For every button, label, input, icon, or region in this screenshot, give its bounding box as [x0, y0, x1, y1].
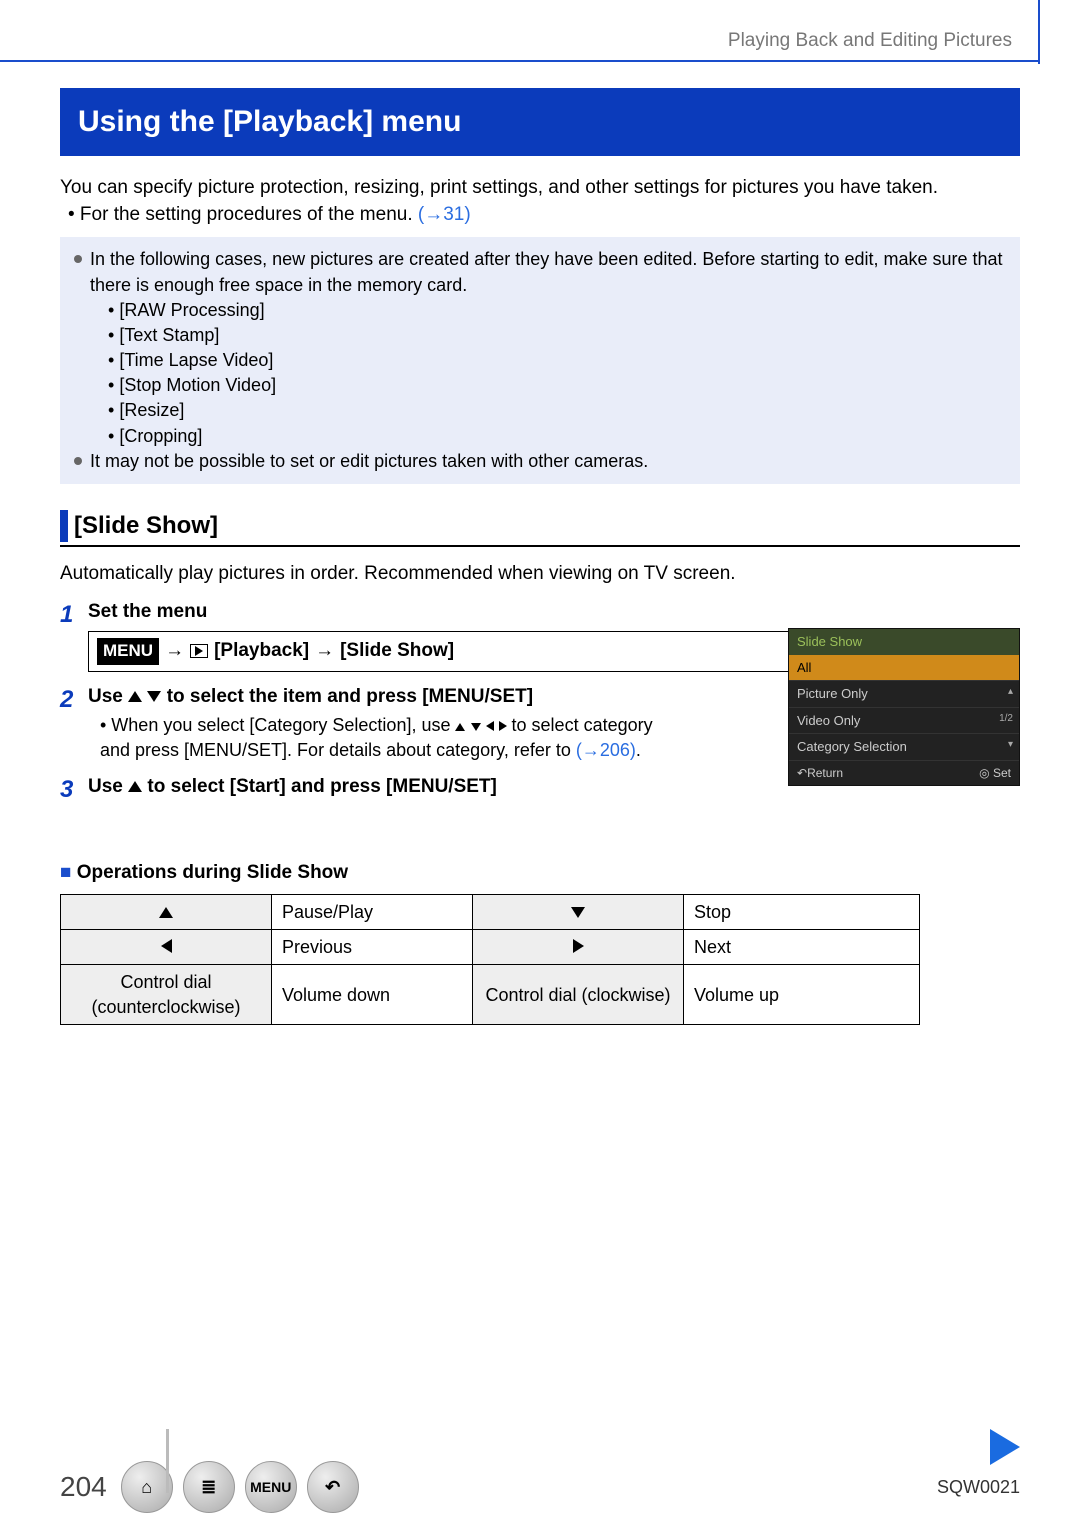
home-icon: ⌂: [141, 1475, 152, 1499]
cell-action: Pause/Play: [272, 894, 473, 929]
left-arrow-icon: [486, 721, 494, 731]
page-footer: 204 ⌂ ≣ MENU ↶ SQW0021: [60, 1461, 1020, 1513]
step-2-sub: • When you select [Category Selection], …: [88, 713, 658, 762]
note-1: In the following cases, new pictures are…: [74, 247, 1006, 297]
subheading-slideshow: [Slide Show]: [60, 510, 1020, 547]
down-arrow-icon: [471, 723, 481, 731]
cell-action: Previous: [272, 930, 473, 965]
playback-icon: [190, 644, 208, 658]
scroll-up-icon: ▴: [1008, 685, 1013, 699]
ss-set: ◎ Set: [979, 765, 1011, 781]
note-item: • [RAW Processing]: [74, 298, 1006, 323]
note-item: • [Text Stamp]: [74, 323, 1006, 348]
ss-item-selected: All: [789, 655, 1019, 681]
table-row: Pause/Play Stop: [61, 894, 920, 929]
list-icon: ≣: [201, 1475, 216, 1499]
header-border-right: [1038, 0, 1040, 62]
menu-path-playback: [Playback]: [214, 638, 309, 664]
ss-title: Slide Show: [789, 629, 1019, 655]
intro-bullet-text: • For the setting procedures of the menu…: [68, 204, 418, 225]
page-indicator: 1/2: [999, 712, 1013, 726]
footer-divider: [166, 1429, 169, 1493]
ref-link-206[interactable]: (→206): [576, 740, 636, 760]
ss-item: Picture Only▴: [789, 680, 1019, 707]
right-arrow-icon: [499, 721, 507, 731]
cell-action: Volume down: [272, 965, 473, 1025]
right-arrow-icon: [573, 939, 584, 953]
cell-action: Next: [684, 930, 920, 965]
menu-badge: MENU: [97, 638, 159, 665]
contents-button[interactable]: ≣: [183, 1461, 235, 1513]
table-row: Control dial (counterclockwise) Volume d…: [61, 965, 920, 1025]
back-icon: ↶: [325, 1475, 340, 1499]
ui-screenshot: Slide Show All Picture Only▴ Video Only1…: [788, 628, 1020, 786]
step-number: 1: [60, 599, 88, 672]
up-arrow-icon: [128, 781, 142, 792]
step-1-title: Set the menu: [88, 599, 1020, 625]
ss-footer: ↶Return ◎ Set: [789, 760, 1019, 785]
cell-key: [61, 894, 272, 929]
arrow-right-icon: [990, 1429, 1020, 1465]
note-2: It may not be possible to set or edit pi…: [74, 449, 1006, 474]
ss-item: Video Only1/2: [789, 707, 1019, 734]
scroll-down-icon: ▾: [1008, 738, 1013, 752]
step-2-title: Use to select the item and press [MENU/S…: [88, 684, 658, 710]
ss-return: ↶Return: [797, 765, 843, 781]
note-item: • [Cropping]: [74, 424, 1006, 449]
notes-box: In the following cases, new pictures are…: [60, 237, 1020, 484]
menu-button[interactable]: MENU: [245, 1461, 297, 1513]
intro-text: You can specify picture protection, resi…: [60, 174, 1020, 202]
header-border-top: [0, 60, 1040, 64]
left-arrow-icon: [161, 939, 172, 953]
subheading-desc: Automatically play pictures in order. Re…: [60, 561, 1020, 587]
cell-key: Control dial (counterclockwise): [61, 965, 272, 1025]
cell-action: Stop: [684, 894, 920, 929]
up-arrow-icon: [159, 907, 173, 918]
down-arrow-icon: [147, 691, 161, 702]
document-id: SQW0021: [937, 1475, 1020, 1499]
page-number: 204: [60, 1468, 107, 1506]
note-item: • [Resize]: [74, 398, 1006, 423]
step-number: 2: [60, 684, 88, 762]
cell-key: [473, 930, 684, 965]
note-item: • [Stop Motion Video]: [74, 373, 1006, 398]
section-label: Playing Back and Editing Pictures: [60, 28, 1012, 54]
step-number: 3: [60, 774, 88, 806]
up-arrow-icon: [455, 723, 465, 731]
cell-action: Volume up: [684, 965, 920, 1025]
menu-path-slideshow: [Slide Show]: [340, 638, 454, 664]
next-page-arrow[interactable]: [990, 1429, 1020, 1465]
intro-bullet: • For the setting procedures of the menu…: [68, 202, 1020, 228]
ss-item: Category Selection▾: [789, 733, 1019, 760]
table-row: Previous Next: [61, 930, 920, 965]
down-arrow-icon: [571, 907, 585, 918]
up-arrow-icon: [128, 691, 142, 702]
menu-label: MENU: [250, 1478, 291, 1497]
cell-key: [473, 894, 684, 929]
ref-link-31[interactable]: (→31): [418, 204, 471, 225]
manual-page: Playing Back and Editing Pictures Using …: [0, 0, 1080, 1535]
page-title: Using the [Playback] menu: [60, 88, 1020, 157]
back-button[interactable]: ↶: [307, 1461, 359, 1513]
ops-heading: Operations during Slide Show: [60, 860, 1020, 886]
cell-key: [61, 930, 272, 965]
cell-key: Control dial (clockwise): [473, 965, 684, 1025]
ops-table: Pause/Play Stop Previous Next Control di…: [60, 894, 920, 1025]
note-item: • [Time Lapse Video]: [74, 348, 1006, 373]
home-button[interactable]: ⌂: [121, 1461, 173, 1513]
